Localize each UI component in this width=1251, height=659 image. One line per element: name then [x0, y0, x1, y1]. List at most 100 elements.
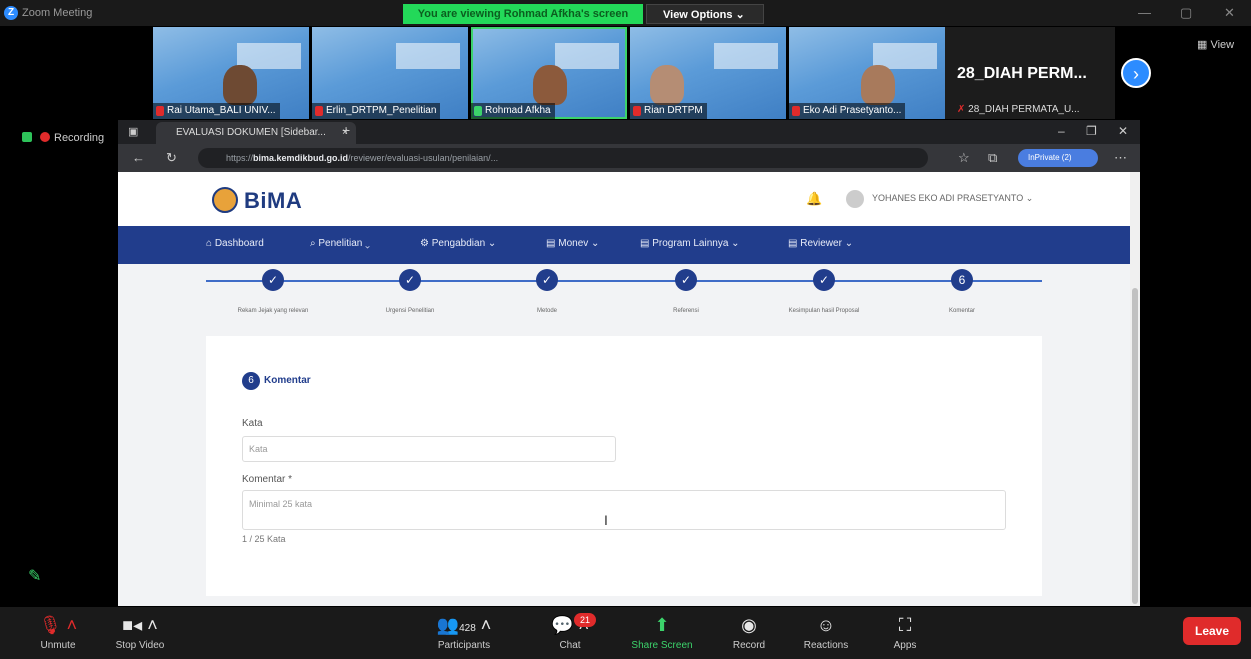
back-arrow-icon[interactable]: ← [132, 150, 145, 165]
site-header: BiMA 🔔 YOHANES EKO ADI PRASETYANTO ⌄ [118, 172, 1130, 226]
step-4[interactable]: ✓ [675, 269, 697, 291]
mic-muted-icon: ✗ [957, 104, 969, 115]
browser-tab[interactable]: EVALUASI DOKUMEN [Sidebar... × [156, 122, 356, 144]
apps-icon: ⛶ [898, 615, 912, 635]
leave-button[interactable]: Leave [1183, 617, 1241, 645]
collections-icon[interactable]: ⧉ [988, 150, 997, 166]
step-3[interactable]: ✓ [536, 269, 558, 291]
zoom-title-bar: Z Zoom Meeting You are viewing Rohmad Af… [0, 0, 1251, 26]
share-screen-icon: ⬆ [654, 615, 670, 635]
new-tab-icon[interactable]: + [342, 122, 350, 138]
url-field[interactable]: https://bima.kemdikbud.go.id/reviewer/ev… [198, 148, 928, 168]
close-icon[interactable]: ✕ [1118, 124, 1128, 138]
security-shield-icon [22, 132, 32, 142]
inprivate-profile-button[interactable]: InPrivate (2) [1018, 149, 1098, 167]
maximize-icon[interactable]: ▢ [1180, 5, 1192, 21]
komentar-label: Komentar * [242, 474, 293, 485]
chat-icon: 💬 ˄ [551, 615, 589, 635]
notification-bell-icon[interactable]: 🔔 [806, 191, 822, 207]
step-label: Metode [536, 308, 557, 314]
reactions-icon: ☺ [816, 615, 836, 635]
step-1[interactable]: ✓ [262, 269, 284, 291]
zoom-toolbar: 🎙 ˄ Unmute ■◂ ˄ Stop Video 👥428 ˄ Participa… [0, 607, 1251, 659]
restore-icon[interactable]: ❐ [1086, 124, 1097, 138]
mic-icon [474, 106, 482, 116]
step-2[interactable]: ✓ [399, 269, 421, 291]
mic-muted-icon [792, 106, 800, 116]
record-icon: ◉ [741, 615, 757, 635]
view-options-button[interactable]: View Options ⌄ [646, 4, 764, 24]
browser-tab-strip: ▣ EVALUASI DOKUMEN [Sidebar... × + – ❐ ✕ [118, 120, 1140, 144]
participant-name: ✗ 28_DIAH PERMATA_U... [957, 104, 1080, 115]
annotate-pencil-icon[interactable]: ✎ [28, 566, 41, 586]
minimize-icon[interactable]: – [1058, 124, 1065, 138]
record-dot-icon [40, 132, 50, 142]
favorite-star-icon[interactable]: ☆ [958, 150, 970, 166]
participant-tile[interactable]: Erlin_DRTPM_Penelitian [312, 27, 468, 119]
shared-slide-thumbnail [396, 43, 460, 69]
bima-page: BiMA 🔔 YOHANES EKO ADI PRASETYANTO ⌄ ⌂ D… [118, 172, 1130, 606]
avatar[interactable] [846, 190, 864, 208]
clipboard-icon: ▤ [546, 238, 559, 249]
extensions-icon[interactable]: ⋯ [1114, 150, 1127, 166]
menu-item-dashboard[interactable]: ⌂ Dashboard [206, 238, 264, 249]
share-banner: You are viewing Rohmad Afkha's screen [403, 4, 643, 24]
zoom-logo-icon: Z [4, 6, 18, 20]
komentar-textarea[interactable]: Minimal 25 kata [242, 490, 1006, 530]
participant-tile[interactable]: Rian DRTPM [630, 27, 786, 119]
reactions-button[interactable]: ☺ Reactions [786, 613, 866, 651]
app-title: Zoom Meeting [22, 7, 93, 19]
unmute-button[interactable]: 🎙 ˄ Unmute [18, 613, 98, 651]
menu-item-monev[interactable]: ▤ Monev ⌄ [546, 238, 599, 249]
section-title-text: Komentar [264, 375, 311, 386]
menu-item-program-lainnya[interactable]: ▤ Program Lainnya ⌄ [640, 238, 740, 249]
brand-name: BiMA [244, 188, 303, 213]
tab-actions-icon[interactable]: ▣ [128, 125, 138, 138]
recording-label: Recording [54, 132, 105, 144]
participant-tile-no-video[interactable]: 28_DIAH PERM... ✗ 28_DIAH PERMATA_U... [945, 27, 1115, 119]
word-counter: 1 / 25 Kata [242, 534, 286, 544]
menu-item-penelitian[interactable]: ⌕ Penelitian ⌄ [310, 238, 370, 249]
chat-button[interactable]: 💬 ˄ 21 Chat [530, 613, 610, 651]
participants-button[interactable]: 👥428 ˄ Participants [424, 613, 504, 651]
participant-video [533, 65, 567, 105]
komentar-form-card: 6 Komentar Kata Kata Komentar * Minimal … [206, 336, 1042, 596]
view-button[interactable]: ▦ View [1197, 38, 1234, 51]
record-button[interactable]: ◉ Record [709, 613, 789, 651]
page-scrollbar[interactable] [1130, 172, 1140, 606]
mic-muted-icon [633, 106, 641, 116]
menu-item-reviewer[interactable]: ▤ Reviewer ⌄ [788, 238, 853, 249]
user-menu[interactable]: YOHANES EKO ADI PRASETYANTO ⌄ [872, 193, 1033, 204]
recording-indicator[interactable]: Recording [22, 132, 104, 144]
tab-title: EVALUASI DOKUMEN [Sidebar... [176, 127, 326, 138]
share-screen-button[interactable]: ⬆ Share Screen [622, 613, 702, 651]
minimize-icon[interactable]: — [1138, 5, 1151, 20]
mic-muted-icon [315, 106, 323, 116]
stop-video-button[interactable]: ■◂ ˄ Stop Video [100, 613, 180, 651]
kata-input[interactable]: Kata [242, 436, 616, 462]
mic-muted-icon [156, 106, 164, 116]
participant-video [223, 65, 257, 105]
participant-video [861, 65, 895, 105]
shared-slide-thumbnail [714, 43, 778, 69]
next-page-arrow-icon[interactable]: › [1121, 58, 1151, 88]
scrollbar-thumb[interactable] [1132, 288, 1138, 604]
participant-display-name: 28_DIAH PERM... [957, 65, 1087, 82]
section-number-badge: 6 [242, 372, 260, 390]
participant-tile[interactable]: Rai Utama_BALI UNIV... [153, 27, 309, 119]
menu-item-pengabdian[interactable]: ⚙ Pengabdian ⌄ [420, 238, 496, 249]
participant-name: Rohmad Afkha [471, 103, 555, 119]
close-icon[interactable]: ✕ [1224, 5, 1235, 21]
step-5[interactable]: ✓ [813, 269, 835, 291]
main-menu: ⌂ Dashboard ⌕ Penelitian ⌄ ⚙ Pengabdian … [118, 226, 1130, 264]
step-6-current[interactable]: 6 [951, 269, 973, 291]
participant-tile-active-speaker[interactable]: Rohmad Afkha [471, 27, 627, 119]
apps-button[interactable]: ⛶ Apps [865, 613, 945, 651]
kata-label: Kata [242, 418, 263, 429]
refresh-icon[interactable]: ↻ [166, 150, 177, 166]
chat-unread-badge: 21 [574, 613, 596, 627]
view-options-label: View Options [663, 9, 733, 21]
participants-icon: 👥428 ˄ [436, 615, 492, 635]
participant-tile[interactable]: Eko Adi Prasetyanto... [789, 27, 945, 119]
step-label: Rekam Jejak yang relevan [237, 308, 309, 314]
